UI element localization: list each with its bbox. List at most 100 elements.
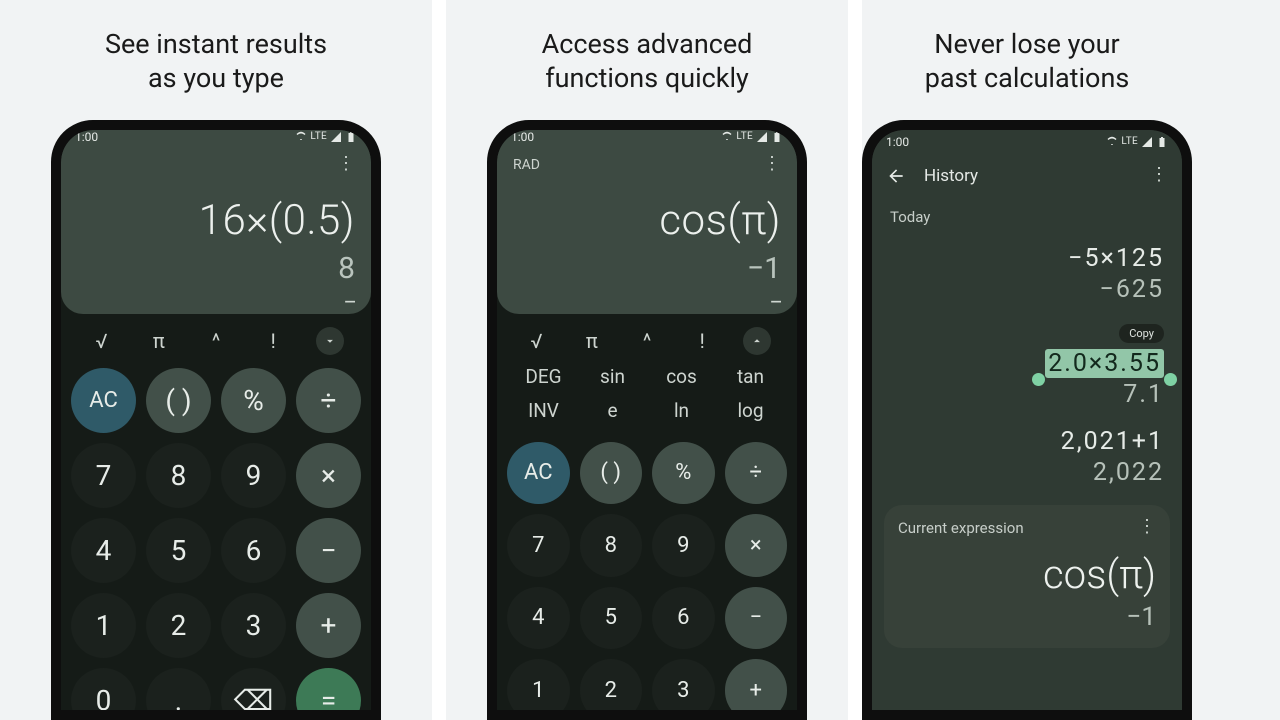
overflow-menu-icon[interactable]: ⋮ bbox=[337, 159, 355, 170]
caption-line: See instant results bbox=[105, 28, 327, 60]
key-divide[interactable]: ÷ bbox=[296, 368, 361, 433]
fn-factorial[interactable]: ! bbox=[675, 324, 730, 358]
key-plus[interactable]: + bbox=[296, 593, 361, 658]
key-4[interactable]: 4 bbox=[71, 518, 136, 583]
key-9[interactable]: 9 bbox=[221, 443, 286, 508]
fn-ln[interactable]: ln bbox=[647, 394, 716, 428]
key-minus[interactable]: − bbox=[725, 587, 788, 650]
fn-sin[interactable]: sin bbox=[578, 360, 647, 394]
key-5[interactable]: 5 bbox=[146, 518, 211, 583]
collapse-functions-button[interactable] bbox=[730, 324, 785, 358]
fn-e[interactable]: e bbox=[578, 394, 647, 428]
key-6[interactable]: 6 bbox=[652, 587, 715, 650]
key-minus[interactable]: − bbox=[296, 518, 361, 583]
history-expression: −5×125 bbox=[890, 244, 1164, 273]
history-item-selected[interactable]: Copy 2.0×3.55 7.1 bbox=[890, 322, 1164, 409]
key-8[interactable]: 8 bbox=[146, 443, 211, 508]
key-divide[interactable]: ÷ bbox=[725, 442, 788, 505]
wifi-icon bbox=[1106, 136, 1118, 148]
status-network: LTE bbox=[310, 131, 327, 142]
key-decimal[interactable]: . bbox=[146, 668, 211, 711]
promo-panel-3: Never lose your past calculations 1:00 L… bbox=[848, 0, 1192, 720]
calc-display: RAD ⋮ cos(π) −1 _ bbox=[497, 144, 797, 314]
key-8[interactable]: 8 bbox=[580, 514, 643, 577]
status-bar: 1:00 LTE bbox=[872, 130, 1182, 154]
key-7[interactable]: 7 bbox=[507, 514, 570, 577]
expand-functions-button[interactable] bbox=[302, 324, 359, 358]
overflow-menu-icon[interactable]: ⋮ bbox=[763, 159, 781, 170]
key-3[interactable]: 3 bbox=[221, 593, 286, 658]
fn-pi[interactable]: π bbox=[564, 324, 619, 358]
key-ac[interactable]: AC bbox=[71, 368, 136, 433]
current-expression-text: cos(π) bbox=[898, 537, 1156, 598]
key-6[interactable]: 6 bbox=[221, 518, 286, 583]
key-0[interactable]: 0 bbox=[71, 668, 136, 711]
caption-line: Never lose your bbox=[934, 28, 1119, 60]
selection-handle-right[interactable] bbox=[1164, 373, 1177, 386]
key-3[interactable]: 3 bbox=[652, 659, 715, 710]
fn-tan[interactable]: tan bbox=[716, 360, 785, 394]
angle-mode[interactable]: RAD bbox=[513, 157, 540, 173]
current-expression-card[interactable]: Current expression ⋮ cos(π) −1 bbox=[884, 505, 1170, 648]
key-equals[interactable]: = bbox=[296, 668, 361, 711]
phone-frame: 1:00 LTE ⋮ 16×(0.5) 8 _ √ bbox=[51, 120, 381, 720]
key-9[interactable]: 9 bbox=[652, 514, 715, 577]
chevron-up-icon bbox=[750, 334, 764, 348]
fn-power[interactable]: ^ bbox=[187, 324, 244, 358]
selection-handle-left[interactable] bbox=[1032, 373, 1045, 386]
key-parens[interactable]: ( ) bbox=[580, 442, 643, 505]
chevron-down-icon bbox=[323, 334, 337, 348]
fn-factorial[interactable]: ! bbox=[245, 324, 302, 358]
key-backspace[interactable]: ⌫ bbox=[221, 668, 286, 711]
history-item[interactable]: −5×125 −625 bbox=[890, 244, 1164, 304]
key-ac[interactable]: AC bbox=[507, 442, 570, 505]
key-plus[interactable]: + bbox=[725, 659, 788, 710]
fn-deg[interactable]: DEG bbox=[509, 360, 578, 394]
key-4[interactable]: 4 bbox=[507, 587, 570, 650]
status-time: 1:00 bbox=[511, 130, 534, 144]
key-2[interactable]: 2 bbox=[580, 659, 643, 710]
fn-power[interactable]: ^ bbox=[619, 324, 674, 358]
key-parens[interactable]: ( ) bbox=[146, 368, 211, 433]
status-indicators: LTE bbox=[721, 131, 783, 143]
history-item[interactable]: 2,021+1 2,022 bbox=[890, 427, 1164, 487]
cursor-indicator: _ bbox=[513, 286, 781, 300]
key-1[interactable]: 1 bbox=[507, 659, 570, 710]
promo-panel-2: Access advanced functions quickly 1:00 L… bbox=[432, 0, 848, 720]
key-2[interactable]: 2 bbox=[146, 593, 211, 658]
key-percent[interactable]: % bbox=[221, 368, 286, 433]
secondary-functions-row: √ π ^ ! bbox=[61, 314, 371, 360]
scientific-functions: DEG sin cos tan INV e ln log bbox=[497, 360, 797, 434]
fn-cos[interactable]: cos bbox=[647, 360, 716, 394]
expression-text[interactable]: cos(π) bbox=[513, 176, 781, 245]
key-multiply[interactable]: × bbox=[725, 514, 788, 577]
secondary-functions-row: √ π ^ ! bbox=[497, 314, 797, 360]
fn-log[interactable]: log bbox=[716, 394, 785, 428]
key-7[interactable]: 7 bbox=[71, 443, 136, 508]
expression-text[interactable]: 16×(0.5) bbox=[77, 176, 355, 245]
history-header: History ⋮ bbox=[872, 154, 1182, 198]
fn-sqrt[interactable]: √ bbox=[509, 324, 564, 358]
fn-sqrt[interactable]: √ bbox=[73, 324, 130, 358]
key-5[interactable]: 5 bbox=[580, 587, 643, 650]
status-indicators: LTE bbox=[1106, 136, 1168, 148]
overflow-menu-icon[interactable]: ⋮ bbox=[1150, 170, 1168, 181]
text-selection[interactable]: 2.0×3.55 bbox=[1045, 349, 1164, 378]
key-multiply[interactable]: × bbox=[296, 443, 361, 508]
battery-icon bbox=[771, 131, 783, 143]
panel-caption: See instant results as you type bbox=[105, 0, 327, 96]
history-screen: 1:00 LTE History ⋮ Today −5×125 bbox=[872, 130, 1182, 711]
copy-tooltip[interactable]: Copy bbox=[1119, 324, 1164, 343]
key-percent[interactable]: % bbox=[652, 442, 715, 505]
overflow-menu-icon[interactable]: ⋮ bbox=[1138, 522, 1156, 533]
result-text: 8 bbox=[77, 245, 355, 286]
calculator-screen: 1:00 LTE RAD ⋮ cos(π) −1 _ √ bbox=[497, 130, 797, 711]
keypad: AC ( ) % ÷ 7 8 9 × 4 5 6 − 1 2 3 + 0 . ⌫… bbox=[497, 434, 797, 711]
history-result: 7.1 bbox=[890, 380, 1164, 409]
history-title: History bbox=[924, 166, 978, 186]
fn-inv[interactable]: INV bbox=[509, 394, 578, 428]
key-1[interactable]: 1 bbox=[71, 593, 136, 658]
fn-pi[interactable]: π bbox=[130, 324, 187, 358]
history-list[interactable]: Today −5×125 −625 Copy 2.0×3.55 7.1 bbox=[872, 198, 1182, 711]
back-icon[interactable] bbox=[886, 166, 906, 186]
